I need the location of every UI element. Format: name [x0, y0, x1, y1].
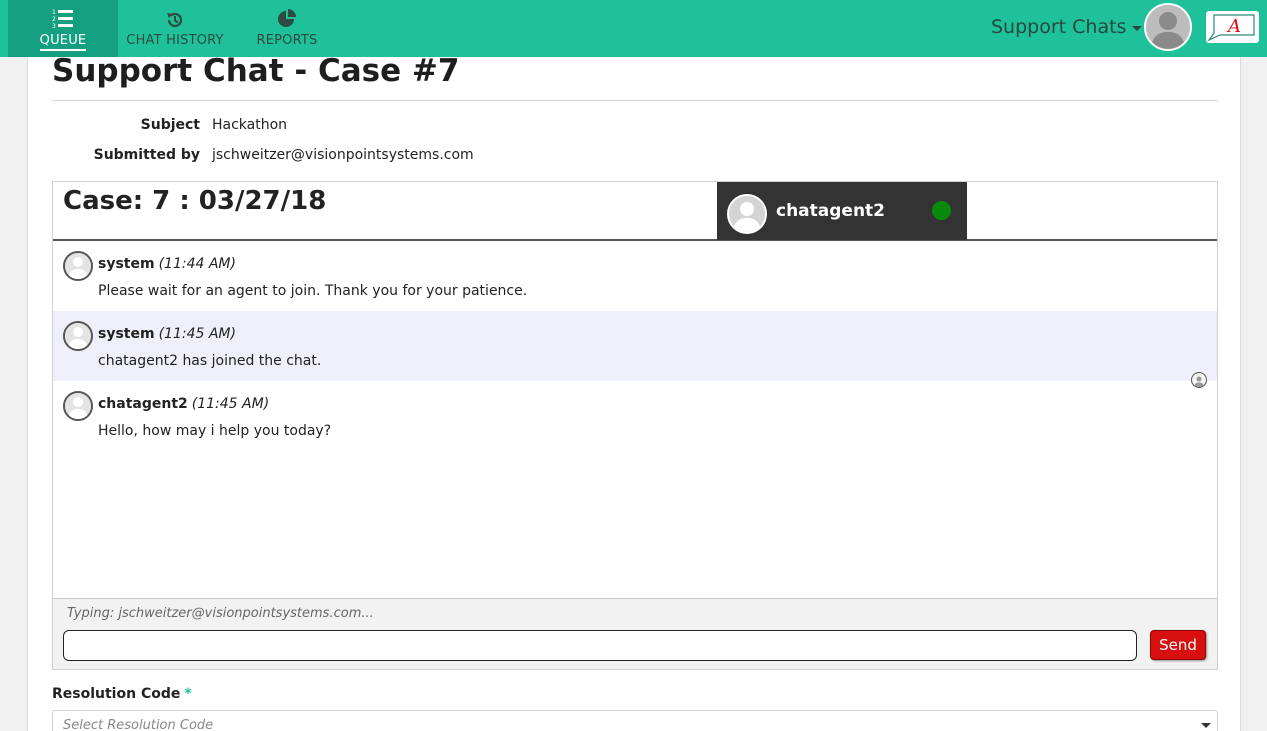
submitted-by-value: jschweitzer@visionpointsystems.com	[212, 147, 474, 163]
message-avatar	[63, 321, 93, 351]
resolution-code-select[interactable]: Select Resolution Code	[52, 710, 1218, 731]
app-switcher-dropdown[interactable]: Support Chats	[991, 16, 1143, 38]
message-avatar	[63, 391, 93, 421]
resolution-code-label: Resolution Code *	[52, 686, 192, 702]
brand-logo: A	[1206, 11, 1259, 43]
title-divider	[52, 100, 1218, 101]
resolution-code-placeholder: Select Resolution Code	[63, 718, 214, 731]
message-author-name: system	[98, 256, 155, 272]
history-icon	[165, 0, 185, 30]
top-nav-bar: 1 2 3 QUEUE CHAT HISTORY REPORTS Support…	[0, 0, 1267, 57]
page-title: Support Chat - Case #7	[52, 53, 460, 89]
subject-label: Subject	[140, 117, 200, 133]
chevron-down-icon	[1201, 723, 1211, 728]
message-composer: Typing: jschweitzer@visionpointsystems.c…	[52, 598, 1218, 670]
app-switcher-label: Support Chats	[991, 16, 1127, 38]
message-timestamp: (11:45 AM)	[191, 396, 270, 412]
svg-text:1: 1	[52, 9, 56, 16]
pie-chart-icon	[276, 0, 298, 30]
speech-bubble-logo-icon: A	[1207, 14, 1255, 42]
agent-avatar	[727, 194, 767, 234]
nav-reports-label: REPORTS	[256, 33, 318, 48]
user-silhouette-icon	[65, 323, 91, 349]
send-button[interactable]: Send	[1150, 630, 1206, 660]
numbered-list-icon: 1 2 3	[52, 0, 74, 30]
nav-queue-label: QUEUE	[39, 33, 87, 51]
online-status-indicator	[932, 201, 951, 220]
main-panel: Support Chat - Case #7 Subject Hackathon…	[27, 53, 1241, 731]
message-text: Please wait for an agent to join. Thank …	[98, 283, 528, 299]
chat-message: chatagent2 (11:45 AM) Hello, how may i he…	[53, 381, 1217, 451]
message-author-name: system	[98, 326, 155, 342]
user-silhouette-icon	[1146, 5, 1190, 49]
chevron-down-icon	[1132, 25, 1143, 31]
nav-reports[interactable]: REPORTS	[248, 0, 326, 57]
resolution-code-label-text: Resolution Code	[52, 686, 181, 702]
chat-window: Case: 7 : 03/27/18 chatagent2 system (11…	[52, 181, 1218, 670]
user-avatar[interactable]	[1144, 3, 1192, 51]
user-silhouette-icon	[729, 196, 765, 232]
message-author-name: chatagent2	[98, 396, 188, 412]
user-silhouette-icon	[65, 393, 91, 419]
message-author: system (11:44 AM)	[98, 256, 236, 272]
agent-name: chatagent2	[776, 201, 886, 221]
svg-text:2: 2	[52, 16, 56, 23]
typing-indicator: Typing: jschweitzer@visionpointsystems.c…	[67, 606, 374, 621]
message-text: Hello, how may i help you today?	[98, 423, 332, 439]
submitted-by-label: Submitted by	[93, 147, 200, 163]
nav-chat-history[interactable]: CHAT HISTORY	[122, 0, 228, 57]
message-timestamp: (11:44 AM)	[158, 256, 236, 272]
case-title: Case: 7 : 03/27/18	[63, 186, 327, 216]
svg-text:A: A	[1226, 16, 1241, 37]
subject-value: Hackathon	[212, 117, 288, 133]
nav-queue[interactable]: 1 2 3 QUEUE	[8, 0, 118, 57]
message-avatar	[63, 251, 93, 281]
message-author: chatagent2 (11:45 AM)	[98, 396, 269, 412]
message-timestamp: (11:45 AM)	[158, 326, 236, 342]
chat-header: Case: 7 : 03/27/18 chatagent2	[53, 182, 1217, 241]
chat-message: system (11:45 AM) chatagent2 has joined t…	[53, 311, 1217, 388]
nav-chat-history-label: CHAT HISTORY	[126, 33, 224, 48]
required-marker: *	[184, 686, 192, 702]
message-author: system (11:45 AM)	[98, 326, 236, 342]
message-text: chatagent2 has joined the chat.	[98, 353, 322, 369]
svg-text:3: 3	[52, 23, 56, 30]
chat-message-input[interactable]	[63, 630, 1137, 661]
agent-tab[interactable]: chatagent2	[717, 182, 967, 240]
user-silhouette-icon	[65, 253, 91, 279]
chat-message: system (11:44 AM) Please wait for an agen…	[53, 241, 1217, 311]
